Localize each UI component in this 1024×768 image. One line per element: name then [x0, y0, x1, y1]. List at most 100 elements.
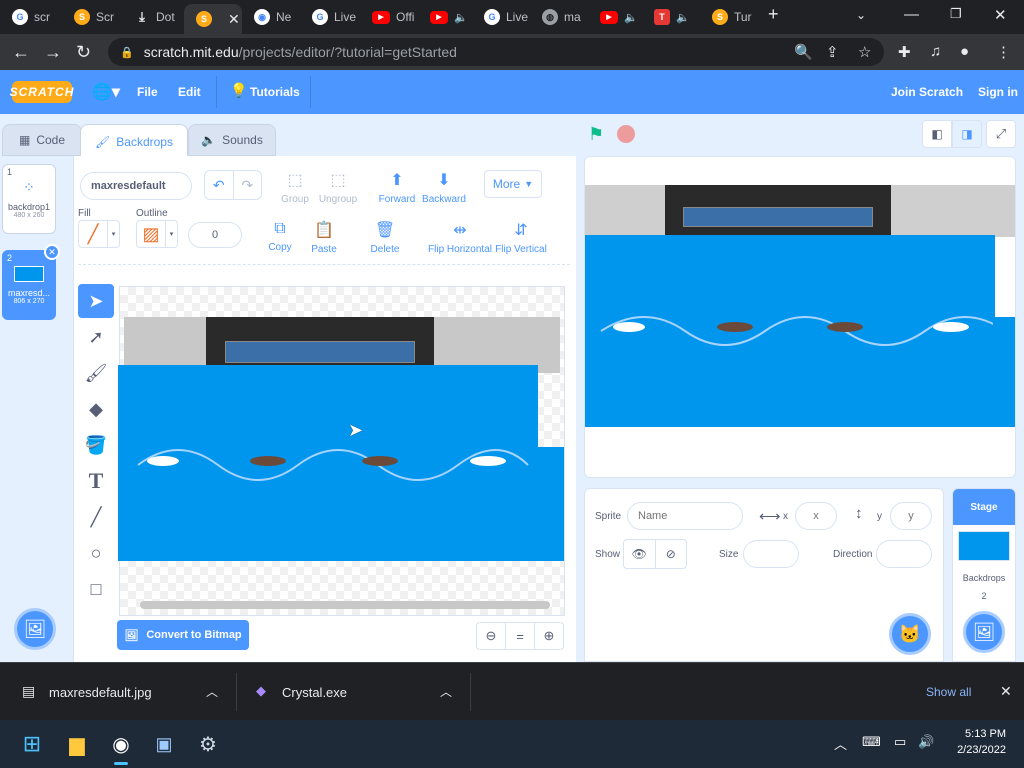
- flip-horizontal-button[interactable]: ⇹ Flip Horizontal: [428, 220, 492, 255]
- convert-to-bitmap-button[interactable]: 🖼 Convert to Bitmap: [117, 620, 249, 650]
- file-menu[interactable]: File: [137, 85, 158, 99]
- browser-tab-active[interactable]: S ✕: [184, 4, 242, 34]
- show-all-link[interactable]: Show all: [926, 685, 971, 699]
- paste-button[interactable]: 📋 Paste: [306, 220, 342, 255]
- select-tool[interactable]: ➤: [78, 284, 114, 318]
- delete-backdrop-icon[interactable]: ✕: [44, 244, 60, 260]
- network-icon[interactable]: ▭: [894, 734, 906, 750]
- choose-backdrop-stage-button[interactable]: 🖼: [963, 611, 1005, 653]
- browser-tab[interactable]: ▶ 🔈: [418, 4, 472, 30]
- clock-time[interactable]: 5:13 PM: [950, 728, 1006, 740]
- paint-canvas[interactable]: [118, 286, 565, 616]
- reshape-tool[interactable]: ➚: [78, 320, 114, 354]
- share-icon[interactable]: ⇪: [826, 43, 839, 61]
- flip-vertical-button[interactable]: ⇵ Flip Vertical: [494, 220, 548, 255]
- chevron-up-icon[interactable]: ︿: [206, 683, 218, 700]
- rectangle-tool[interactable]: □: [78, 572, 114, 606]
- chevron-up-icon[interactable]: ︿: [440, 683, 452, 700]
- tab-sounds[interactable]: 🔈 Sounds: [188, 124, 276, 156]
- horizontal-scrollbar[interactable]: [140, 601, 550, 609]
- choose-backdrop-button[interactable]: 🖼: [14, 608, 56, 650]
- size-input[interactable]: [743, 540, 799, 568]
- zoom-out-button[interactable]: ⊖: [477, 623, 505, 649]
- volume-icon[interactable]: 🔊: [918, 734, 934, 750]
- chrome-icon[interactable]: ◉: [107, 730, 135, 758]
- fullscreen-button[interactable]: ⤢: [986, 120, 1016, 148]
- browser-tab[interactable]: S Scr: [62, 4, 122, 30]
- fill-color-picker[interactable]: ╱ ▾: [78, 220, 120, 248]
- circle-tool[interactable]: ○: [78, 536, 114, 570]
- sign-in-link[interactable]: Sign in: [978, 85, 1018, 99]
- extensions-icon[interactable]: ✚: [898, 43, 911, 61]
- browser-tab[interactable]: Gscr: [0, 4, 62, 30]
- y-position-input[interactable]: [890, 502, 932, 530]
- join-scratch-link[interactable]: Join Scratch: [891, 85, 963, 99]
- download-item[interactable]: Crystal.exe: [282, 685, 347, 700]
- browser-tab[interactable]: G Live: [300, 4, 360, 30]
- browser-tab[interactable]: ▶ 🔈: [588, 4, 642, 30]
- keyboard-icon[interactable]: ⌨: [862, 734, 881, 750]
- sprite-name-input[interactable]: [627, 502, 743, 530]
- tab-code[interactable]: ▦ Code: [2, 124, 82, 156]
- address-bar[interactable]: 🔒 scratch.mit.edu/projects/editor/?tutor…: [108, 38, 884, 66]
- stage-selector[interactable]: Stage Backdrops 2 🖼: [952, 488, 1016, 662]
- choose-sprite-button[interactable]: 🐱: [889, 613, 931, 655]
- browser-tab[interactable]: ◉ Ne: [242, 4, 300, 30]
- language-globe-icon[interactable]: 🌐▾: [92, 82, 120, 102]
- group-button[interactable]: ⬚ Group: [278, 170, 312, 205]
- tab-search-chevron-icon[interactable]: ⌄: [856, 8, 866, 22]
- forward-nav-button[interactable]: →: [44, 42, 62, 63]
- x-position-input[interactable]: [795, 502, 837, 530]
- reload-button[interactable]: ↻: [76, 42, 91, 63]
- close-window-button[interactable]: ✕: [994, 6, 1007, 24]
- scratch-logo[interactable]: SCRATCH: [10, 81, 73, 103]
- clock-date[interactable]: 2/23/2022: [944, 744, 1006, 756]
- browser-tab[interactable]: T 🔈: [642, 4, 700, 30]
- direction-input[interactable]: [876, 540, 932, 568]
- ungroup-button[interactable]: ⬚ Ungroup: [318, 170, 358, 205]
- text-tool[interactable]: T: [78, 464, 114, 498]
- close-downloads-icon[interactable]: ✕: [1000, 683, 1012, 700]
- zoom-in-button[interactable]: ⊕: [535, 623, 563, 649]
- brush-tool[interactable]: 🖌: [78, 356, 114, 390]
- redo-button[interactable]: ↷: [234, 171, 262, 199]
- more-button[interactable]: More ▼: [484, 170, 542, 198]
- tab-backdrops[interactable]: 🖌 Backdrops: [80, 124, 188, 158]
- back-button[interactable]: ←: [12, 42, 30, 63]
- windows-start-icon[interactable]: ⊞: [18, 730, 46, 758]
- undo-button[interactable]: ↶: [205, 171, 234, 199]
- delete-button[interactable]: 🗑 Delete: [366, 220, 404, 255]
- fill-tool[interactable]: 🪣: [78, 428, 114, 462]
- browser-tab[interactable]: S Tur: [700, 4, 758, 30]
- remote-desktop-icon[interactable]: ▣: [150, 730, 178, 758]
- minimize-button[interactable]: —: [904, 6, 919, 23]
- small-stage-button[interactable]: ◧: [922, 120, 952, 148]
- new-tab-button[interactable]: +: [768, 4, 779, 25]
- zoom-icon[interactable]: 🔍: [794, 43, 813, 61]
- large-stage-button[interactable]: ◨: [952, 120, 982, 148]
- media-control-icon[interactable]: ♫: [930, 43, 941, 60]
- file-explorer-icon[interactable]: ▆: [63, 730, 91, 758]
- download-item[interactable]: maxresdefault.jpg: [49, 685, 152, 700]
- eraser-tool[interactable]: ◆: [78, 392, 114, 426]
- tutorials-menu[interactable]: Tutorials: [250, 85, 300, 99]
- show-eye-button[interactable]: 👁: [624, 540, 656, 568]
- stage[interactable]: [584, 156, 1016, 478]
- zoom-reset-button[interactable]: =: [505, 623, 535, 649]
- hide-eye-button[interactable]: ⊘: [656, 540, 687, 568]
- browser-tab[interactable]: ⤓ Dot: [122, 4, 184, 30]
- edit-menu[interactable]: Edit: [178, 85, 201, 99]
- backdrop-item-selected[interactable]: 2 maxresd... 806 x 270 ✕: [2, 244, 60, 320]
- costume-name-input[interactable]: [80, 172, 192, 200]
- outline-width-input[interactable]: [188, 222, 242, 248]
- profile-icon[interactable]: ●: [960, 43, 969, 60]
- restore-button[interactable]: ❐: [950, 6, 962, 22]
- copy-button[interactable]: ⧉ Copy: [262, 220, 298, 253]
- green-flag-icon[interactable]: ⚑: [588, 124, 604, 145]
- browser-tab[interactable]: ◍ ma: [530, 4, 588, 30]
- outline-color-picker[interactable]: ▨ ▾: [136, 220, 178, 248]
- line-tool[interactable]: ╱: [78, 500, 114, 534]
- backdrop-item[interactable]: 1 ⁘ backdrop1 480 x 260: [2, 164, 56, 234]
- bookmark-star-icon[interactable]: ☆: [858, 43, 871, 61]
- stop-icon[interactable]: [617, 125, 635, 143]
